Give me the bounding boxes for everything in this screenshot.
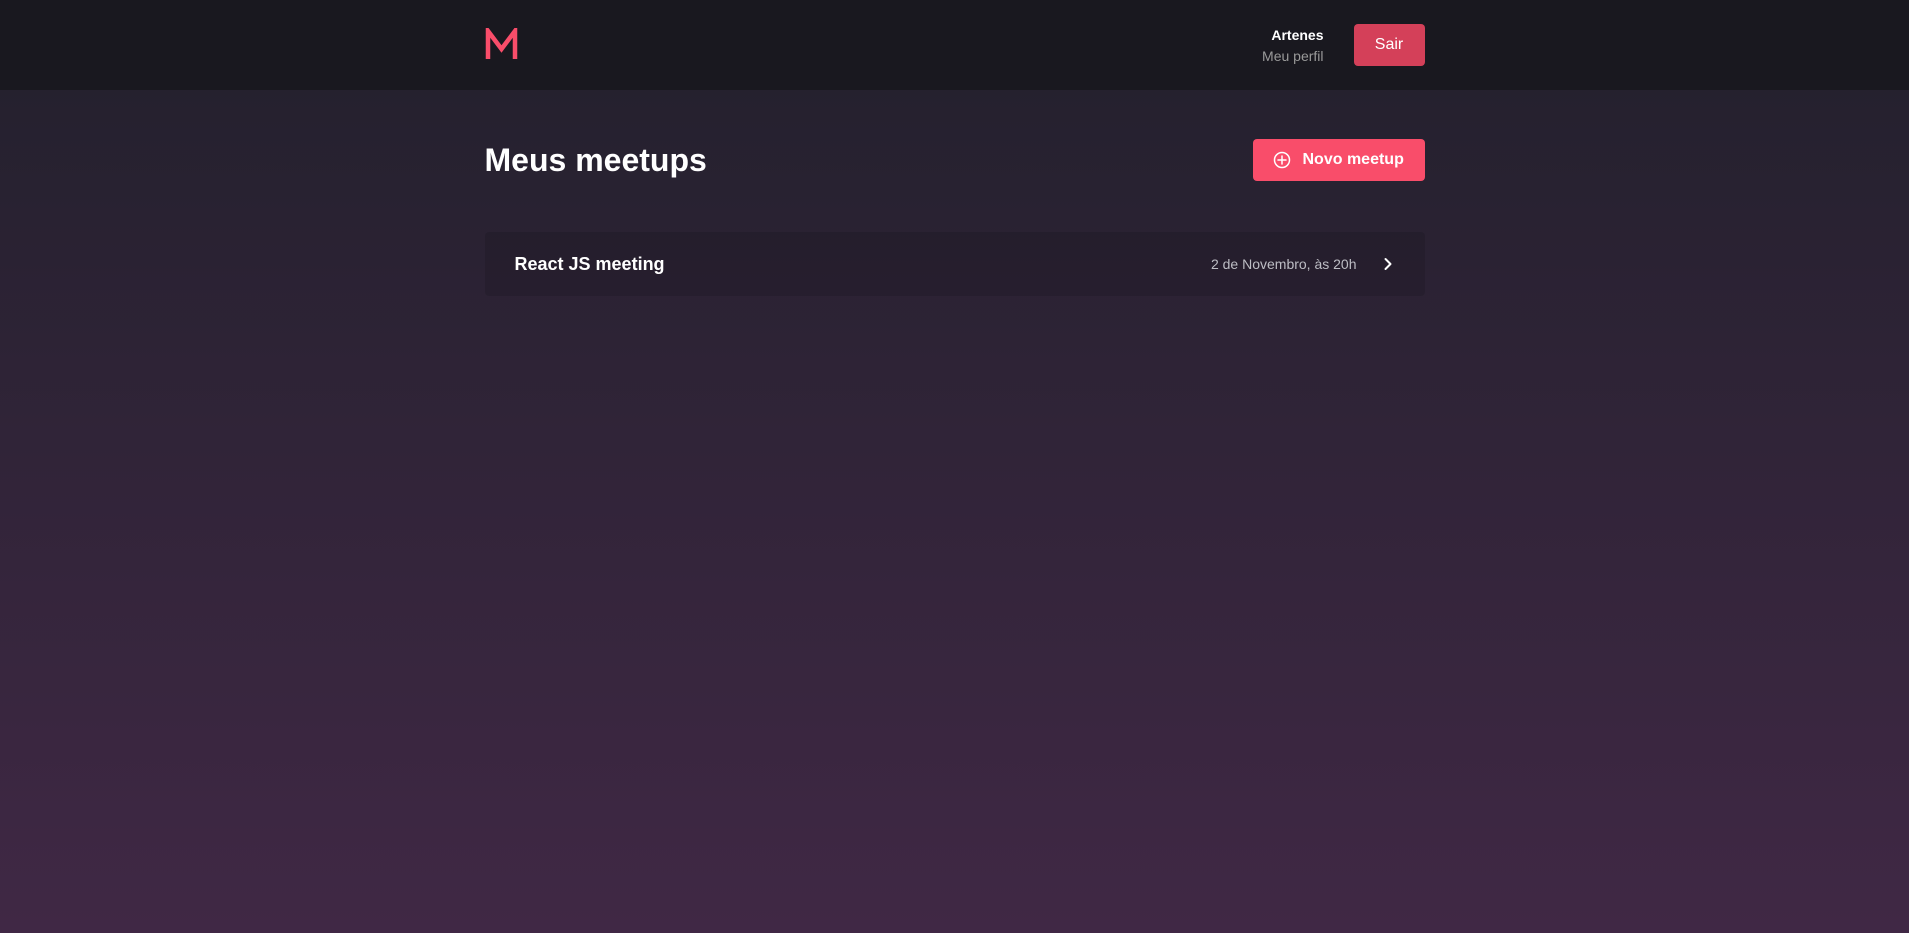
plus-circle-icon bbox=[1273, 151, 1290, 169]
user-profile: Artenes Meu perfil bbox=[1262, 26, 1323, 65]
new-meetup-label: Novo meetup bbox=[1302, 151, 1404, 168]
page-title: Meus meetups bbox=[484, 142, 707, 178]
logo-link[interactable] bbox=[485, 28, 518, 60]
page-header: Meus meetups Novo meetup bbox=[485, 139, 1425, 181]
chevron-right-icon[interactable] bbox=[1381, 257, 1395, 271]
meetapp-logo-icon bbox=[485, 28, 517, 59]
user-name: Artenes bbox=[1271, 26, 1324, 43]
meetup-list: React JS meeting 2 de Novembro, às 20h bbox=[484, 232, 1425, 296]
logout-button[interactable]: Sair bbox=[1353, 23, 1425, 66]
meetup-meta: 2 de Novembro, às 20h bbox=[1211, 256, 1395, 272]
new-meetup-button[interactable]: Novo meetup bbox=[1252, 139, 1425, 181]
meetup-title: React JS meeting bbox=[514, 253, 665, 274]
meetup-date: 2 de Novembro, às 20h bbox=[1210, 256, 1357, 272]
top-navigation-bar: Artenes Meu perfil Sair bbox=[0, 0, 1909, 90]
main-content: Meus meetups Novo meetup React JS meetin… bbox=[484, 139, 1425, 296]
top-navigation-inner: Artenes Meu perfil Sair bbox=[485, 0, 1425, 90]
meetup-list-item[interactable]: React JS meeting 2 de Novembro, às 20h bbox=[484, 232, 1425, 296]
my-profile-link[interactable]: Meu perfil bbox=[1262, 48, 1323, 65]
user-area: Artenes Meu perfil Sair bbox=[1262, 23, 1425, 66]
